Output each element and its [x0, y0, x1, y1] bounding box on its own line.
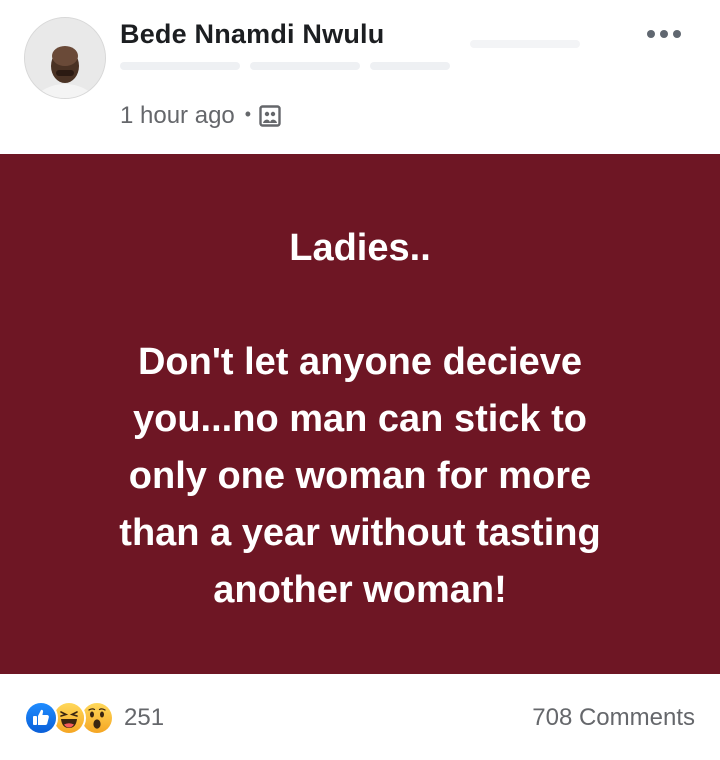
meta-separator: • — [244, 103, 252, 124]
post-meta: 1 hour ago • — [120, 100, 281, 132]
more-options-button[interactable] — [640, 20, 688, 48]
post-message-line: than a year without tasting — [119, 512, 601, 554]
obscured-text — [250, 62, 360, 70]
post-timestamp[interactable]: 1 hour ago — [120, 102, 235, 130]
avatar-photo-icon — [25, 18, 105, 98]
like-icon — [24, 701, 58, 735]
post-text-banner: Ladies.. Don't let anyone decieve you...… — [0, 154, 720, 674]
author-name[interactable]: Bede Nnamdi Nwulu — [120, 19, 384, 50]
obscured-text — [120, 62, 240, 70]
obscured-text — [370, 62, 450, 70]
post-message-line: Don't let anyone decieve — [137, 341, 583, 383]
facebook-post: Bede Nnamdi Nwulu 1 hour ago • Ladies.. … — [0, 0, 720, 760]
post-message: Ladies.. Don't let anyone decieve you...… — [40, 220, 680, 619]
photo-album-icon[interactable] — [259, 105, 281, 127]
post-message-line: another woman! — [213, 569, 507, 611]
obscured-text — [470, 40, 580, 48]
author-avatar[interactable] — [24, 17, 106, 99]
post-message-line: only one woman for more — [128, 455, 592, 497]
post-footer: 251 708 Comments — [0, 674, 720, 760]
post-header: Bede Nnamdi Nwulu 1 hour ago • — [0, 0, 720, 154]
post-message-line: you...no man can stick to — [133, 398, 587, 440]
more-options-icon — [647, 30, 681, 38]
post-message-heading: Ladies.. — [289, 227, 431, 269]
reactions-summary[interactable]: 251 — [24, 700, 164, 736]
comments-count-link[interactable]: 708 Comments — [532, 704, 695, 732]
reaction-count: 251 — [124, 704, 165, 731]
